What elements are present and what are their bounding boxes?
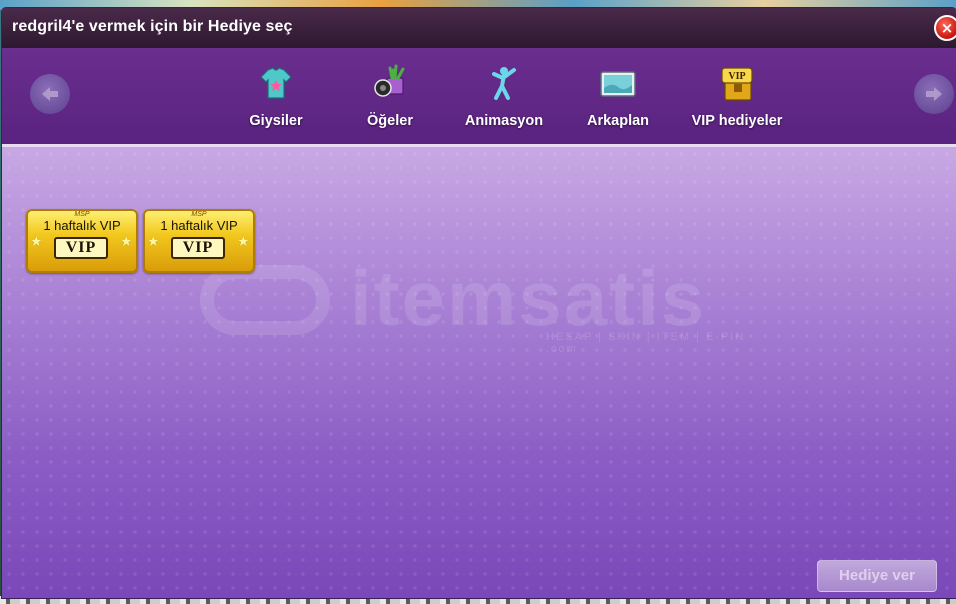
tab-animation[interactable]: Animasyon [449,60,559,140]
tab-vip-gifts-label: VIP hediyeler [691,113,783,129]
tab-background-label: Arkaplan [586,113,650,129]
watermark-logo [200,265,330,335]
vip-chest-icon: VIP [721,67,753,101]
background-icon [600,71,636,97]
tab-background[interactable]: Arkaplan [563,60,673,140]
watermark-subtext: HESAP | SKIN | ITEM | E-PIN .com [546,331,746,355]
star-icon: ★ [147,234,160,250]
tab-clothes-label: Giysiler [249,113,303,129]
gift-item[interactable]: MSP 1 haftalık VIP VIP ★ ★ [143,209,255,273]
gift-brand: MSP [74,211,90,218]
star-icon: ★ [30,234,43,250]
gift-label: 1 haftalık VIP [43,218,121,233]
dialog-titlebar: redgril4'e vermek için bir Hediye seç × [2,8,956,48]
scroll-left-button[interactable] [30,74,70,114]
tab-clothes[interactable]: Giysiler [221,60,331,140]
star-icon: ★ [120,234,133,250]
category-tabbar: Giysiler Öğeler Animasyon Arkaplan VIP V… [2,48,956,147]
vip-badge: VIP [171,237,225,259]
star-icon: ★ [237,234,250,250]
svg-text:VIP: VIP [728,71,745,82]
gift-grid: itemsatis HESAP | SKIN | ITEM | E-PIN .c… [2,147,956,598]
watermark: itemsatis HESAP | SKIN | ITEM | E-PIN .c… [200,253,760,355]
arrow-left-icon [42,87,58,101]
close-button[interactable]: × [934,15,956,41]
tab-items-label: Öğeler [367,113,413,129]
arrow-right-icon [926,87,942,101]
scroll-right-button[interactable] [914,74,954,114]
dancer-icon [492,67,516,100]
dialog-title: redgril4'e vermek için bir Hediye seç [12,18,293,35]
tab-items[interactable]: Öğeler [335,60,445,140]
tshirt-icon [260,67,292,99]
tab-animation-label: Animasyon [464,113,544,129]
gift-dialog: redgril4'e vermek için bir Hediye seç × … [2,8,956,598]
tab-vip-gifts[interactable]: VIP VIP hediyeler [682,60,792,140]
give-gift-button[interactable]: Hediye ver [817,560,937,592]
gift-item[interactable]: MSP 1 haftalık VIP VIP ★ ★ [26,209,138,273]
watermark-text: itemsatis [350,254,707,342]
gift-brand: MSP [191,211,207,218]
gift-label: 1 haftalık VIP [160,218,238,233]
items-icon [374,64,405,97]
vip-badge: VIP [54,237,108,259]
